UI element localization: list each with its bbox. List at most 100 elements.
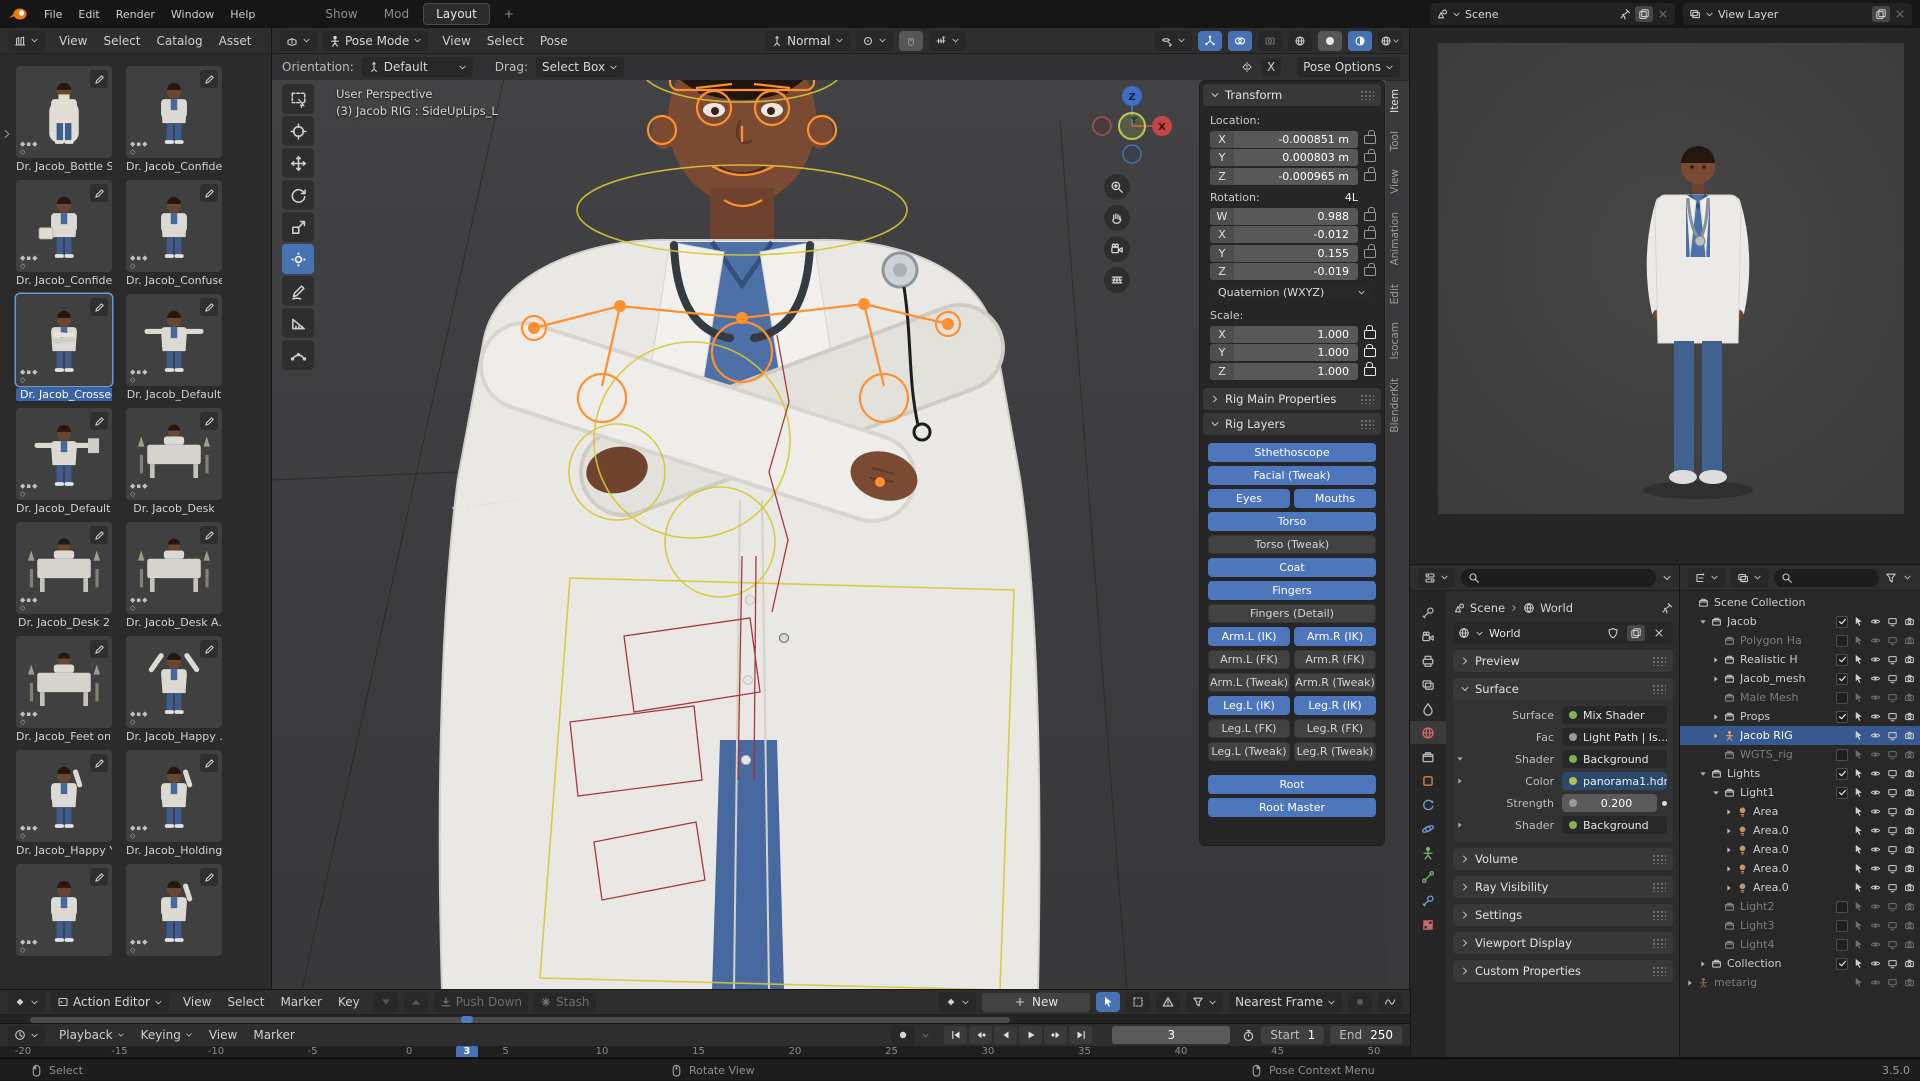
outliner-row-area-0[interactable]: Area.0 [1680, 840, 1920, 859]
drag-dropdown[interactable]: Select Box [536, 57, 624, 77]
current-frame-marker[interactable] [461, 1016, 473, 1023]
outliner-row-male-mesh[interactable]: Male Mesh [1680, 688, 1920, 707]
end-frame-field[interactable]: End 250 [1330, 1026, 1402, 1044]
enable-checkbox[interactable] [1836, 616, 1848, 628]
auto-keying-toggle[interactable] [891, 1025, 915, 1045]
outliner-row-jacob-rig[interactable]: Jacob RIG [1680, 726, 1920, 745]
eye-icon[interactable] [1869, 882, 1882, 893]
expand-right-icon[interactable] [1723, 827, 1735, 835]
camera-icon[interactable] [1903, 920, 1916, 931]
location-y-field[interactable]: Y0.000803 m [1210, 149, 1358, 166]
outliner-row-jacob-mesh[interactable]: Jacob_mesh [1680, 669, 1920, 688]
asset-thumbnail[interactable]: ◆▪◆◇ [16, 522, 112, 614]
edit-asset-icon[interactable] [90, 754, 108, 772]
pointer-icon[interactable] [1852, 749, 1865, 760]
rig-layer-arm-l-fk[interactable]: Arm.L (FK) [1208, 650, 1290, 669]
rig-layer-sthethoscope[interactable]: Sthethoscope [1208, 443, 1376, 462]
rig-layer-arm-r-ik[interactable]: Arm.R (IK) [1294, 627, 1376, 646]
screen-icon[interactable] [1886, 825, 1899, 836]
shading-rendered[interactable] [1378, 31, 1402, 51]
menu-window[interactable]: Window [163, 6, 222, 23]
panel-preview[interactable]: Preview [1453, 650, 1673, 672]
overlays-toggle[interactable] [1228, 31, 1252, 51]
proportional-toggle[interactable] [1348, 992, 1372, 1012]
eye-icon[interactable] [1869, 711, 1882, 722]
menu-marker[interactable]: Marker [272, 993, 329, 1011]
asset-thumbnail[interactable]: ◆▪◆◇ [16, 408, 112, 500]
eye-icon[interactable] [1869, 654, 1882, 665]
drag-dots-icon[interactable] [1360, 419, 1374, 429]
menu-view[interactable]: View [434, 32, 478, 50]
mirror-x-toggle[interactable]: X [1261, 58, 1281, 76]
eye-icon[interactable] [1869, 749, 1882, 760]
camera-icon[interactable] [1903, 882, 1916, 893]
npanel-tab-tool[interactable]: Tool [1386, 123, 1410, 159]
edit-asset-icon[interactable] [90, 526, 108, 544]
asset-item-dr-jacob-confused[interactable]: ◆▪◆◇Dr. Jacob_Confused [126, 180, 222, 290]
menu-edit[interactable]: Edit [70, 6, 107, 23]
screen-icon[interactable] [1886, 654, 1899, 665]
socket-dot-icon[interactable] [1569, 711, 1577, 719]
jump-last-button[interactable] [1069, 1026, 1092, 1044]
camera-icon[interactable] [1903, 939, 1916, 950]
lock-closed-icon[interactable] [1364, 348, 1376, 357]
tool-rotate[interactable] [282, 180, 314, 210]
eye-icon[interactable] [1869, 787, 1882, 798]
tool-annotate[interactable] [282, 276, 314, 306]
gizmo-toggle[interactable] [1198, 31, 1222, 51]
location-x-field[interactable]: X-0.000851 m [1210, 131, 1358, 148]
field-fac[interactable]: Light Path | Is... [1562, 728, 1667, 746]
stopwatch-icon[interactable] [1242, 1029, 1255, 1042]
rig-layer-leg-l-ik[interactable]: Leg.L (IK) [1208, 696, 1290, 715]
menu-pose[interactable]: Pose [532, 32, 576, 50]
pointer-icon[interactable] [1852, 939, 1865, 950]
menu-view[interactable]: View [201, 1026, 245, 1044]
rig-layer-arm-l-ik[interactable]: Arm.L (IK) [1208, 627, 1290, 646]
dope-mode-dropdown[interactable]: Action Editor [51, 992, 169, 1012]
view-layer-selector[interactable]: View Layer [1683, 3, 1912, 25]
asset-thumbnail[interactable]: ◆▪◆◇ [126, 522, 222, 614]
snap-toggle[interactable] [899, 31, 923, 51]
workspace-tab-mod[interactable]: Mod [372, 4, 421, 24]
expand-right-icon[interactable] [1710, 675, 1722, 683]
screen-icon[interactable] [1886, 787, 1899, 798]
play-button[interactable] [1019, 1026, 1042, 1044]
outliner-row-props[interactable]: Props [1680, 707, 1920, 726]
chevron-down-icon[interactable] [921, 1031, 930, 1040]
rotation-mode-dropdown[interactable]: Quaternion (WXYZ) [1210, 283, 1374, 301]
panel-right-arrow-icon[interactable] [1453, 821, 1466, 829]
asset-thumbnail[interactable]: ◆▪◆◇ [16, 864, 112, 956]
asset-item-dr-jacob-default[interactable]: ◆▪◆◇Dr. Jacob_Default [126, 294, 222, 404]
field-color[interactable]: panorama1.hdr [1562, 772, 1667, 790]
menu-marker[interactable]: Marker [245, 1026, 302, 1044]
expand-right-icon[interactable] [1710, 732, 1722, 740]
edit-asset-icon[interactable] [200, 754, 218, 772]
properties-tab-bone-constraints[interactable] [1410, 889, 1446, 912]
scale-x-field[interactable]: X1.000 [1210, 326, 1358, 343]
screen-icon[interactable] [1886, 749, 1899, 760]
action-up-button[interactable] [404, 992, 428, 1012]
menu-keying[interactable]: Keying [133, 1026, 201, 1044]
npanel-tab-isocam[interactable]: Isocam [1386, 314, 1410, 367]
panel-right-arrow-icon[interactable] [1453, 777, 1466, 785]
outliner-row-light4[interactable]: Light4 [1680, 935, 1920, 954]
panel-rig-main-properties[interactable]: Rig Main Properties [1203, 388, 1381, 410]
outliner-row-wgts-rig[interactable]: WGTS_rig [1680, 745, 1920, 764]
expand-right-icon[interactable] [1723, 846, 1735, 854]
eye-icon[interactable] [1869, 920, 1882, 931]
eye-icon[interactable] [1869, 977, 1882, 988]
tool-select-box[interactable] [282, 84, 314, 114]
enable-checkbox[interactable] [1836, 692, 1848, 704]
camera-icon[interactable] [1903, 825, 1916, 836]
npanel-tab-blenderkit[interactable]: BlenderKit [1386, 370, 1410, 441]
edit-asset-icon[interactable] [200, 868, 218, 886]
expand-right-icon[interactable] [1710, 656, 1722, 664]
asset-thumbnail[interactable]: ◆▪◆◇ [16, 750, 112, 842]
rig-layer-torso[interactable]: Torso [1208, 512, 1376, 531]
camera-view-button[interactable] [1104, 236, 1130, 262]
enable-checkbox[interactable] [1836, 711, 1848, 723]
edit-asset-icon[interactable] [200, 640, 218, 658]
asset-thumbnail[interactable]: ◆▪◆◇ [16, 66, 112, 158]
tool-cursor[interactable] [282, 116, 314, 146]
tool-pose-breakdowner[interactable] [282, 340, 314, 370]
